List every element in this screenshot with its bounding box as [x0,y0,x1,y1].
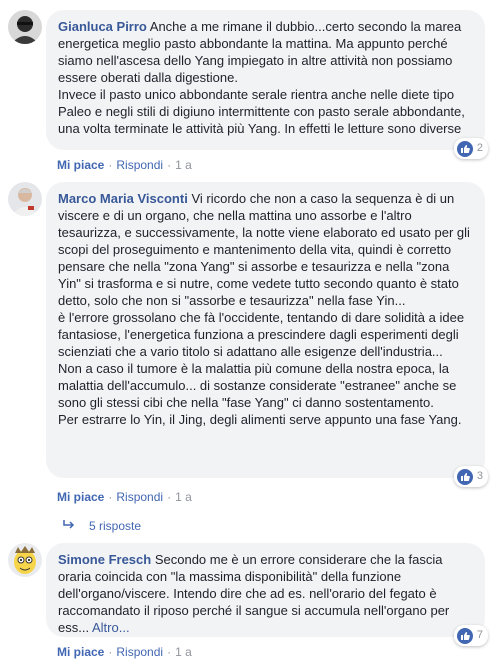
see-more-link[interactable]: Altro... [92,620,130,635]
reaction-count[interactable]: 3 [453,466,488,487]
reaction-number: 7 [476,629,483,641]
reply-link[interactable]: Rispondi [116,158,163,172]
comment-actions: Mi piace · Rispondi · 1 a [57,490,192,504]
timestamp[interactable]: 1 a [175,645,192,659]
avatar[interactable] [8,182,42,216]
like-reaction-icon [456,140,473,157]
timestamp[interactable]: 1 a [175,158,192,172]
comment-actions: Mi piace · Rispondi · 1 a [57,645,192,659]
view-replies-link[interactable]: 5 risposte [63,519,141,533]
like-reaction-icon [456,468,473,485]
like-link[interactable]: Mi piace [57,490,104,504]
reply-link[interactable]: Rispondi [116,490,163,504]
comment-author[interactable]: Gianluca Pirro [58,19,147,34]
comment-bubble: Gianluca Pirro Anche a me rimane il dubb… [46,10,488,159]
reaction-number: 2 [476,142,483,154]
avatar[interactable] [8,543,42,577]
comment-text: Anche a me rimane il dubbio...certo seco… [58,19,465,136]
like-link[interactable]: Mi piace [57,158,104,172]
comment-actions: Mi piace · Rispondi · 1 a [57,158,192,172]
comment-author[interactable]: Simone Fresch [58,552,151,567]
reaction-count[interactable]: 7 [453,625,488,646]
comment-bubble: Marco Maria Visconti Vi ricordo che non … [46,182,488,487]
comment-bubble: Simone Fresch Secondo me è un errore con… [46,543,488,646]
comment-text: Vi ricordo che non a caso la sequenza è … [58,191,470,427]
like-link[interactable]: Mi piace [57,645,104,659]
avatar[interactable] [8,10,42,44]
comment-author[interactable]: Marco Maria Visconti [58,191,188,206]
like-reaction-icon [456,627,473,644]
replies-count[interactable]: 5 risposte [89,519,141,533]
reply-arrow-icon [63,519,75,533]
timestamp[interactable]: 1 a [175,490,192,504]
reply-link[interactable]: Rispondi [116,645,163,659]
reaction-count[interactable]: 2 [453,138,488,159]
reaction-number: 3 [476,470,483,482]
